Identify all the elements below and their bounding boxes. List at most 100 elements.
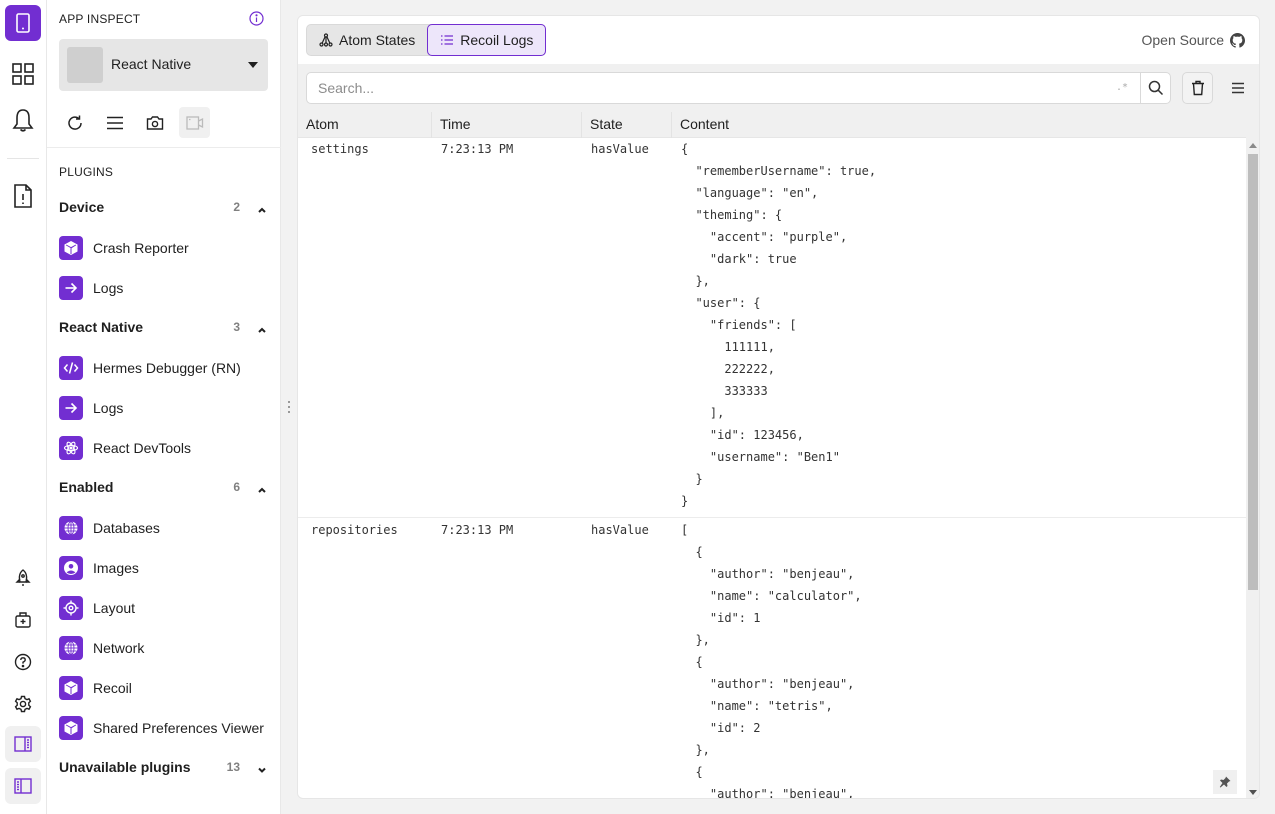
plugin-item[interactable]: Recoil (59, 676, 269, 700)
atom-cell: repositories (311, 523, 398, 537)
table-row[interactable]: repositories 7:23:13 PM hasValue [ { "autho… (298, 519, 1246, 799)
tab-atom-states-label: Atom States (339, 32, 416, 48)
plugin-item[interactable]: Shared Preferences Viewer (59, 716, 269, 740)
chevron-down-icon[interactable] (257, 761, 267, 779)
screenshot-button[interactable] (139, 107, 170, 138)
content-line: { (681, 142, 689, 156)
hamburger-icon (1231, 82, 1244, 94)
content-line: "author": "benjeau", (681, 787, 855, 799)
plugin-item-label: Layout (93, 600, 136, 616)
reload-icon (67, 115, 82, 130)
plugin-item[interactable]: Databases (59, 516, 269, 540)
record-video-button[interactable] (179, 107, 210, 138)
tab-atom-states[interactable]: Atom States (307, 25, 427, 55)
open-source-link[interactable]: Open Source (1142, 32, 1245, 48)
logs-table-body: settings 7:23:13 PM hasValue { "rememberUse… (298, 138, 1246, 799)
crash-report-icon[interactable] (5, 178, 41, 214)
plugin-group-title: React Native (59, 319, 144, 335)
plugin-group-header[interactable]: Enabled 6 (59, 478, 269, 498)
trash-icon (1191, 80, 1204, 96)
sidebar-resize-handle[interactable] (281, 0, 297, 814)
target-icon (59, 596, 83, 620)
content-line: "author": "benjeau", (681, 677, 855, 691)
content-line: } (681, 472, 703, 486)
plugin-item-label: Databases (93, 520, 160, 536)
settings-icon[interactable] (5, 686, 41, 722)
plugin-item[interactable]: Network (59, 636, 269, 660)
scroll-up-arrow-icon[interactable] (1249, 143, 1257, 148)
vertical-scrollbar[interactable] (1246, 138, 1259, 798)
plugin-item-label: Network (93, 640, 145, 656)
search-input[interactable] (306, 72, 1141, 104)
device-selector[interactable]: React Native (59, 39, 268, 91)
scroll-down-arrow-icon[interactable] (1249, 790, 1257, 795)
github-icon (1230, 32, 1245, 48)
drag-handle-icon (288, 401, 290, 416)
chevron-up-icon[interactable] (257, 321, 267, 339)
tab-recoil-logs[interactable]: Recoil Logs (427, 24, 547, 56)
help-icon[interactable] (5, 644, 41, 680)
content-line: "accent": "purple", (681, 230, 848, 244)
column-header-time[interactable]: Time (432, 112, 582, 138)
plugin-item[interactable]: Logs (59, 276, 269, 300)
regex-toggle[interactable]: .* (1114, 80, 1130, 96)
content-line: { (681, 765, 703, 779)
chevron-up-icon[interactable] (257, 481, 267, 499)
clear-logs-button[interactable] (1182, 72, 1213, 104)
plugin-group-header[interactable]: Unavailable plugins 13 (59, 758, 269, 778)
time-cell: 7:23:13 PM (441, 142, 514, 156)
device-icon[interactable] (5, 5, 41, 41)
menu-lines-button[interactable] (99, 107, 130, 138)
column-header-content[interactable]: Content (672, 112, 1246, 138)
apps-grid-icon[interactable] (5, 56, 41, 92)
plugin-item[interactable]: Images (59, 556, 269, 580)
pin-scroll-button[interactable] (1213, 770, 1237, 794)
rocket-icon[interactable] (5, 560, 41, 596)
content-line: "rememberUsername": true, (681, 164, 877, 178)
content-line: "name": "tetris", (681, 699, 833, 713)
column-header-state[interactable]: State (582, 112, 672, 138)
reload-button[interactable] (59, 107, 90, 138)
content-line: 333333 (681, 384, 768, 398)
tab-recoil-logs-label: Recoil Logs (460, 32, 534, 48)
arrow-right-icon (59, 396, 83, 420)
content-line: "dark": true (681, 252, 797, 266)
plugin-group-count: 3 (233, 320, 240, 334)
plugin-group-header[interactable]: Device 2 (59, 198, 269, 218)
state-cell: hasValue (591, 523, 649, 537)
right-panel-icon[interactable] (5, 726, 41, 762)
cube-icon (59, 236, 83, 260)
table-row[interactable]: settings 7:23:13 PM hasValue { "rememberUse… (298, 138, 1246, 518)
plugin-item[interactable]: React DevTools (59, 436, 269, 460)
info-icon[interactable] (249, 11, 264, 31)
content-line: "friends": [ (681, 318, 797, 332)
search-button[interactable] (1140, 72, 1171, 104)
plugin-item[interactable]: Logs (59, 396, 269, 420)
plugin-item-label: Logs (93, 400, 124, 416)
plugin-item[interactable]: Hermes Debugger (RN) (59, 356, 269, 380)
graph-icon (319, 33, 333, 47)
scrollbar-thumb[interactable] (1248, 154, 1258, 590)
plugin-group-title: Enabled (59, 479, 114, 495)
plugin-item-label: Shared Preferences Viewer (93, 720, 264, 736)
plugins-label: PLUGINS (59, 165, 114, 179)
content-line: { (681, 655, 703, 669)
content-line: "language": "en", (681, 186, 819, 200)
first-aid-kit-icon[interactable] (5, 602, 41, 638)
plugin-group-header[interactable]: React Native 3 (59, 318, 269, 338)
chevron-up-icon[interactable] (257, 201, 267, 219)
content-line: }, (681, 633, 710, 647)
cube-icon (59, 716, 83, 740)
left-panel-icon[interactable] (5, 768, 41, 804)
plugin-item-label: Logs (93, 280, 124, 296)
plugin-item[interactable]: Crash Reporter (59, 236, 269, 260)
more-menu-button[interactable] (1222, 72, 1253, 104)
plugin-item[interactable]: Layout (59, 596, 269, 620)
content-cell: [ { "author": "benjeau", "name": "calcul… (681, 523, 862, 799)
content-line: "name": "calculator", (681, 589, 862, 603)
globe-icon (59, 516, 83, 540)
menu-lines-icon (106, 116, 123, 129)
app-window: APP INSPECT React Native PLUGINS Device 2… (0, 0, 1275, 814)
column-header-atom[interactable]: Atom (298, 112, 432, 138)
bell-icon[interactable] (5, 102, 41, 138)
